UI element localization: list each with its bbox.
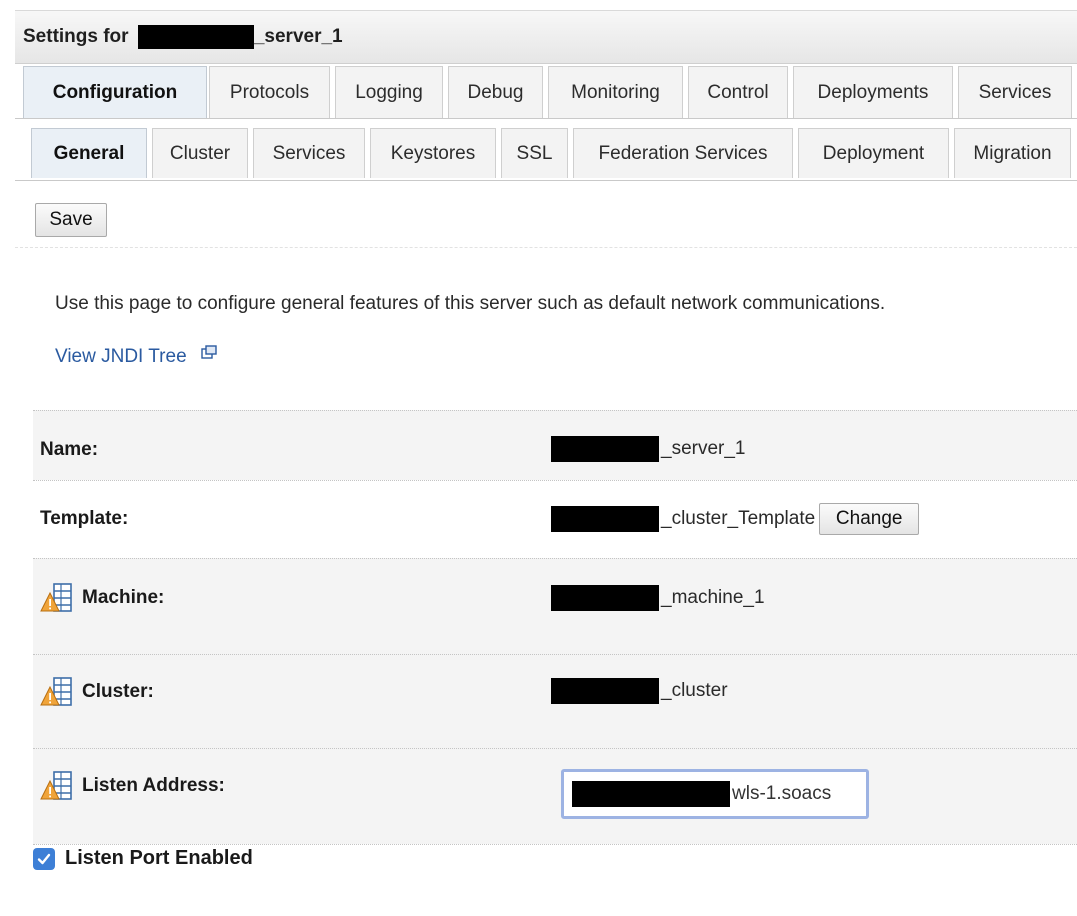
tab-monitoring[interactable]: Monitoring bbox=[548, 66, 683, 118]
tab-protocols[interactable]: Protocols bbox=[209, 66, 330, 118]
listen-port-enabled-row: Listen Port Enabled bbox=[33, 847, 253, 870]
listen-port-enabled-label: Listen Port Enabled bbox=[65, 847, 253, 869]
listen-address-label-group: Listen Address: bbox=[40, 769, 225, 803]
title-suffix: _server_1 bbox=[253, 26, 343, 48]
general-settings-content: Save Use this page to configure general … bbox=[15, 181, 1077, 916]
field-row-cluster: Cluster: _cluster bbox=[33, 654, 1077, 748]
config-change-warning-icon bbox=[40, 677, 72, 706]
template-label: Template: bbox=[40, 508, 129, 529]
tab-cluster[interactable]: Cluster bbox=[152, 128, 248, 178]
cluster-label-group: Cluster: bbox=[40, 675, 154, 709]
tab-debug[interactable]: Debug bbox=[448, 66, 543, 118]
cluster-value: _cluster bbox=[551, 678, 728, 704]
listen-address-label: Listen Address: bbox=[82, 775, 225, 796]
tab-deployments[interactable]: Deployments bbox=[793, 66, 953, 118]
tab-general[interactable]: General bbox=[31, 128, 147, 178]
machine-value-text: _machine_1 bbox=[661, 587, 765, 608]
tab-control[interactable]: Control bbox=[688, 66, 788, 118]
redacted-block bbox=[137, 25, 254, 49]
machine-value: _machine_1 bbox=[551, 585, 765, 611]
view-jndi-tree-label: View JNDI Tree bbox=[55, 346, 187, 367]
field-row-machine: Machine: _machine_1 bbox=[33, 558, 1077, 654]
change-template-button[interactable]: Change bbox=[819, 503, 920, 535]
listen-address-value: wls-1.soacs bbox=[732, 783, 832, 804]
checkmark-icon bbox=[37, 853, 51, 864]
listen-address-input[interactable]: wls-1.soacs bbox=[561, 769, 869, 819]
view-jndi-tree-link[interactable]: View JNDI Tree bbox=[55, 345, 217, 368]
tab-federation-services[interactable]: Federation Services bbox=[573, 128, 793, 178]
page-title: Settings for _server_1 bbox=[23, 25, 343, 49]
cluster-value-text: _cluster bbox=[661, 680, 728, 701]
machine-label: Machine: bbox=[82, 587, 165, 608]
field-row-listen-address: Listen Address: wls-1.soacs bbox=[33, 748, 1077, 844]
tab-migration[interactable]: Migration bbox=[954, 128, 1071, 178]
template-value: _cluster_Template Change bbox=[551, 503, 920, 535]
config-change-warning-icon bbox=[40, 583, 72, 612]
secondary-tab-bar: General Cluster Services Keystores SSL F… bbox=[15, 124, 1077, 181]
save-button[interactable]: Save bbox=[35, 203, 107, 237]
tab-deployment[interactable]: Deployment bbox=[798, 128, 949, 178]
cluster-label: Cluster: bbox=[82, 681, 154, 702]
name-label: Name: bbox=[40, 439, 99, 460]
machine-label-group: Machine: bbox=[40, 581, 164, 615]
config-change-warning-icon bbox=[40, 771, 72, 800]
redacted-block bbox=[551, 678, 659, 704]
title-prefix: Settings for bbox=[23, 26, 129, 48]
tab-services-general[interactable]: Services bbox=[253, 128, 365, 178]
tab-ssl[interactable]: SSL bbox=[501, 128, 568, 178]
tab-keystores[interactable]: Keystores bbox=[370, 128, 496, 178]
toolbar-divider bbox=[15, 247, 1077, 248]
page-description: Use this page to configure general featu… bbox=[55, 293, 886, 314]
settings-page: Settings for _server_1 Configuration Pro… bbox=[0, 0, 1077, 916]
redacted-block bbox=[572, 781, 730, 807]
fields-bottom-divider bbox=[33, 844, 1077, 845]
field-row-name: Name: _server_1 bbox=[33, 410, 1077, 480]
listen-port-enabled-checkbox[interactable] bbox=[33, 847, 55, 870]
tab-logging[interactable]: Logging bbox=[335, 66, 443, 118]
redacted-block bbox=[551, 436, 659, 462]
name-value-text: _server_1 bbox=[661, 438, 746, 459]
template-value-text: _cluster_Template bbox=[661, 508, 816, 529]
tab-services[interactable]: Services bbox=[958, 66, 1072, 118]
external-link-icon bbox=[200, 345, 217, 359]
field-row-template: Template: _cluster_Template Change bbox=[33, 480, 1077, 558]
redacted-block bbox=[551, 506, 659, 532]
tab-configuration[interactable]: Configuration bbox=[23, 66, 207, 118]
settings-title-bar: Settings for _server_1 bbox=[15, 10, 1077, 64]
redacted-block bbox=[551, 585, 659, 611]
name-value: _server_1 bbox=[551, 436, 746, 462]
primary-tab-bar: Configuration Protocols Logging Debug Mo… bbox=[15, 66, 1077, 119]
